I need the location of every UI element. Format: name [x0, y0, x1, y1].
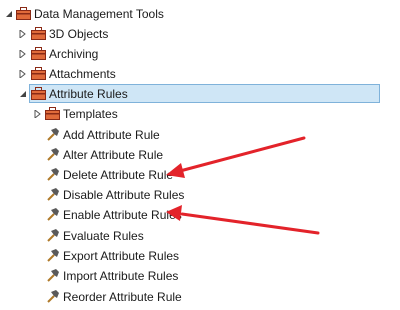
annotation-overlay: [166, 136, 320, 235]
red-arrow-icon: [166, 136, 306, 178]
red-arrow-icon: [166, 205, 320, 235]
